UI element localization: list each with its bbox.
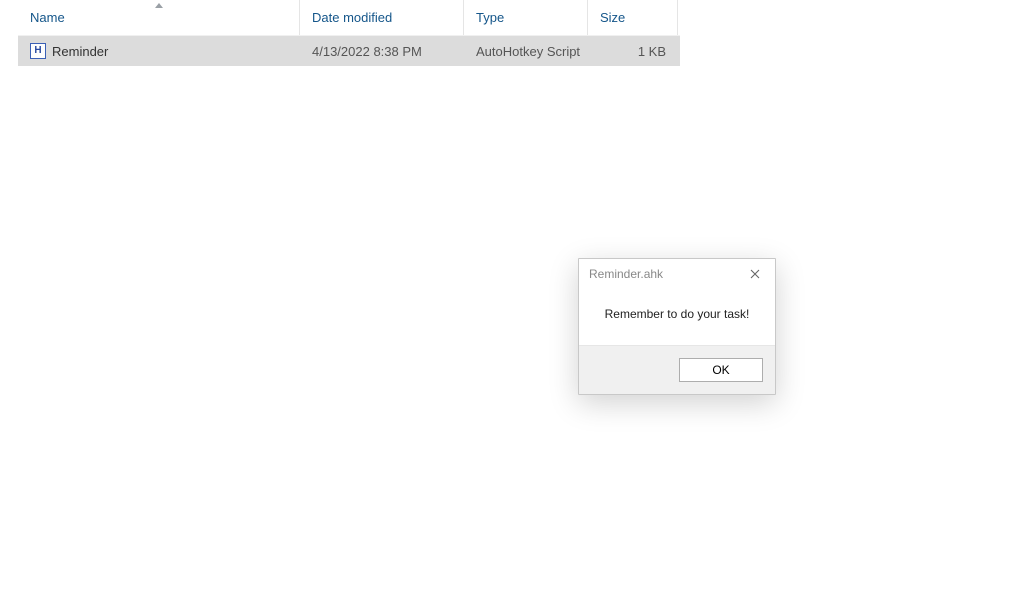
- column-header-name[interactable]: Name: [18, 0, 300, 35]
- file-date-cell: 4/13/2022 8:38 PM: [300, 44, 464, 59]
- dialog-footer: OK: [579, 345, 775, 394]
- close-icon[interactable]: [741, 263, 769, 285]
- dialog-message: Remember to do your task!: [605, 307, 750, 321]
- file-row[interactable]: H Reminder 4/13/2022 8:38 PM AutoHotkey …: [18, 36, 680, 66]
- column-headers: Name Date modified Type Size: [18, 0, 680, 36]
- column-header-label: Type: [476, 10, 504, 25]
- column-header-date[interactable]: Date modified: [300, 0, 464, 35]
- file-list: Name Date modified Type Size H Reminder …: [18, 0, 680, 66]
- column-header-label: Name: [30, 10, 65, 25]
- file-name: Reminder: [52, 44, 108, 59]
- column-header-label: Date modified: [312, 10, 392, 25]
- column-header-label: Size: [600, 10, 625, 25]
- file-size-cell: 1 KB: [588, 44, 678, 59]
- column-header-type[interactable]: Type: [464, 0, 588, 35]
- file-type-cell: AutoHotkey Script: [464, 44, 588, 59]
- dialog-titlebar[interactable]: Reminder.ahk: [579, 259, 775, 289]
- ahk-file-icon: H: [30, 43, 46, 59]
- message-dialog: Reminder.ahk Remember to do your task! O…: [578, 258, 776, 395]
- sort-asc-icon: [155, 3, 163, 8]
- dialog-body: Remember to do your task!: [579, 289, 775, 345]
- dialog-title: Reminder.ahk: [589, 267, 663, 281]
- ok-button[interactable]: OK: [679, 358, 763, 382]
- file-name-cell: H Reminder: [18, 43, 300, 59]
- column-header-size[interactable]: Size: [588, 0, 678, 35]
